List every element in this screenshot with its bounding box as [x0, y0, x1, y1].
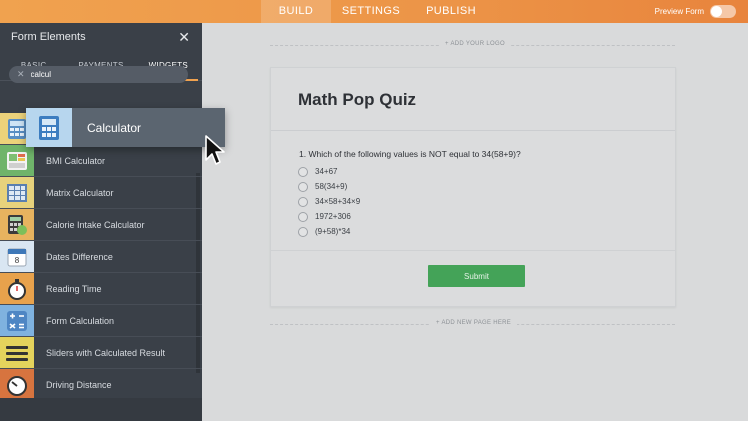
- list-item[interactable]: Reading Time: [0, 273, 202, 305]
- panel-footer: [0, 398, 202, 421]
- stopwatch-icon: [0, 273, 34, 304]
- preview-form: Preview Form: [655, 0, 736, 23]
- calorie-icon: [0, 209, 34, 240]
- option-label: 34+67: [315, 167, 338, 176]
- submit-divider: [271, 250, 675, 251]
- radio-button[interactable]: [298, 211, 308, 222]
- list-item[interactable]: Driving Distance: [0, 369, 202, 401]
- preview-form-toggle[interactable]: [710, 5, 736, 18]
- list-item-label: Matrix Calculator: [46, 187, 114, 198]
- form-title[interactable]: Math Pop Quiz: [298, 90, 416, 110]
- option-row[interactable]: 34+67: [298, 164, 360, 179]
- top-bar: BUILD SETTINGS PUBLISH Preview Form: [0, 0, 748, 23]
- option-row[interactable]: (9+58)*34: [298, 224, 360, 239]
- answer-options: 34+67 58(34+9) 34×58+34×9 1972+306 (9+58…: [298, 164, 360, 239]
- title-divider: [271, 130, 675, 131]
- list-item[interactable]: Matrix Calculator: [0, 177, 202, 209]
- option-label: 34×58+34×9: [315, 197, 361, 206]
- panel-title: Form Elements: [11, 31, 86, 43]
- list-item[interactable]: Sliders with Calculated Result: [0, 337, 202, 369]
- list-item-label: Form Calculation: [46, 315, 115, 326]
- widget-list: BMI Calculator Matrix Calculator Calorie…: [0, 113, 202, 401]
- list-item[interactable]: Calorie Intake Calculator: [0, 209, 202, 241]
- matrix-icon: [0, 177, 34, 208]
- option-label: 1972+306: [315, 212, 351, 221]
- calendar-icon: 8: [0, 241, 34, 272]
- list-item-label: Driving Distance: [46, 379, 112, 390]
- radio-button[interactable]: [298, 181, 308, 192]
- tab-publish[interactable]: PUBLISH: [411, 0, 491, 23]
- sliders-icon: [0, 337, 34, 368]
- dragged-calculator-widget[interactable]: Calculator: [26, 108, 225, 147]
- dragged-widget-label: Calculator: [87, 120, 142, 135]
- list-item-label: Sliders with Calculated Result: [46, 347, 166, 358]
- widget-search: ✕: [9, 66, 188, 83]
- svg-text:8: 8: [15, 256, 20, 265]
- list-item[interactable]: 8 Dates Difference: [0, 241, 202, 273]
- list-item[interactable]: BMI Calculator: [0, 145, 202, 177]
- form-card: Math Pop Quiz 1. Which of the following …: [270, 67, 676, 307]
- speedometer-icon: [0, 369, 34, 400]
- radio-button[interactable]: [298, 196, 308, 207]
- question-label[interactable]: 1. Which of the following values is NOT …: [299, 149, 521, 159]
- bmi-icon: [0, 145, 34, 176]
- list-item-label: Reading Time: [46, 283, 102, 294]
- option-row[interactable]: 1972+306: [298, 209, 360, 224]
- preview-form-label: Preview Form: [654, 7, 704, 16]
- panel-header: Form Elements ✕: [0, 23, 202, 51]
- list-item-label: Calorie Intake Calculator: [46, 219, 145, 230]
- list-item[interactable]: Form Calculation: [0, 305, 202, 337]
- add-new-page-link[interactable]: + ADD NEW PAGE HERE: [430, 320, 518, 326]
- calculator-icon: [26, 108, 72, 147]
- radio-button[interactable]: [298, 226, 308, 237]
- clear-search-icon[interactable]: ✕: [17, 69, 25, 80]
- option-row[interactable]: 34×58+34×9: [298, 194, 360, 209]
- option-label: (9+58)*34: [315, 227, 351, 236]
- radio-button[interactable]: [298, 166, 308, 177]
- option-label: 58(34+9): [315, 182, 348, 191]
- top-tabs: BUILD SETTINGS PUBLISH: [261, 0, 491, 23]
- mouse-cursor-icon: [205, 135, 225, 165]
- list-item-label: BMI Calculator: [46, 155, 106, 166]
- submit-button[interactable]: Submit: [428, 265, 525, 287]
- list-item-label: Dates Difference: [46, 251, 113, 262]
- add-logo-link[interactable]: + ADD YOUR LOGO: [439, 41, 511, 47]
- tab-settings[interactable]: SETTINGS: [331, 0, 411, 23]
- widget-search-input[interactable]: [30, 70, 171, 79]
- tab-build[interactable]: BUILD: [261, 0, 331, 23]
- close-icon[interactable]: ✕: [178, 30, 190, 44]
- option-row[interactable]: 58(34+9): [298, 179, 360, 194]
- math-icon: [0, 305, 34, 336]
